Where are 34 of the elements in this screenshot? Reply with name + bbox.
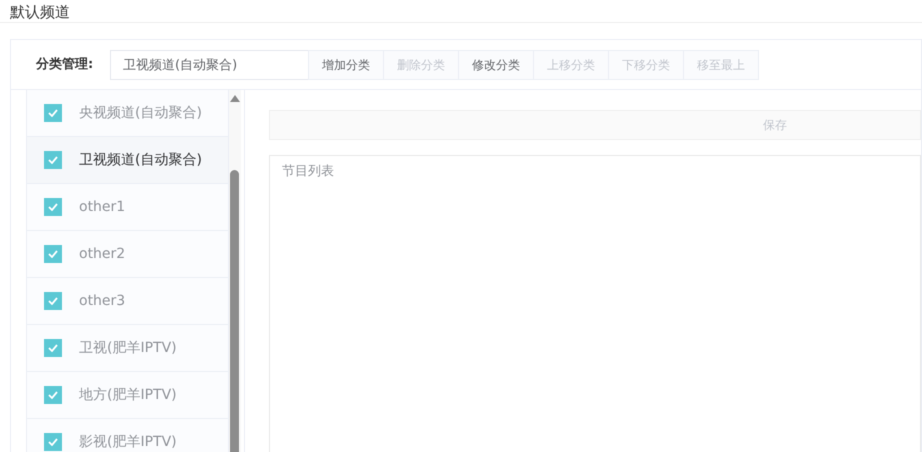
category-name: other3 [79, 292, 126, 310]
category-name: 卫视频道(自动聚合) [79, 150, 202, 170]
page-title: 默认频道 [10, 2, 70, 22]
checkbox[interactable] [44, 151, 62, 169]
check-icon [48, 203, 58, 211]
scroll-up-icon [230, 95, 240, 102]
checkbox[interactable] [44, 339, 62, 357]
category-name: other1 [79, 198, 126, 216]
save-button[interactable]: 保存 [269, 110, 921, 140]
check-icon [48, 297, 58, 305]
category-name: 影视(肥羊IPTV) [79, 432, 177, 452]
category-button[interactable]: 修改分类 [458, 50, 534, 80]
check-icon [48, 438, 58, 446]
program-list-field[interactable]: 节目列表 [269, 155, 921, 452]
check-icon [48, 109, 58, 117]
scrollbar[interactable] [229, 90, 241, 452]
check-icon [48, 391, 58, 399]
checkbox[interactable] [44, 245, 62, 263]
check-icon [48, 156, 58, 164]
check-icon [48, 344, 58, 352]
category-name: 卫视(肥羊IPTV) [79, 338, 177, 358]
category-name: 央视频道(自动聚合) [79, 104, 202, 122]
check-icon [48, 250, 58, 258]
category-name: 地方(肥羊IPTV) [79, 386, 177, 404]
category-label: 分类管理: [36, 56, 94, 74]
checkbox[interactable] [44, 386, 62, 404]
checkbox[interactable] [44, 198, 62, 216]
checkbox[interactable] [44, 292, 62, 310]
checkbox[interactable] [44, 433, 62, 451]
category-item[interactable]: 卫视频道(自动聚合) [27, 137, 228, 184]
category-name: other2 [79, 244, 126, 264]
checkbox[interactable] [44, 104, 62, 122]
category-button[interactable]: 增加分类 [308, 50, 384, 80]
category-input[interactable]: 卫视频道(自动聚合) [110, 50, 309, 80]
